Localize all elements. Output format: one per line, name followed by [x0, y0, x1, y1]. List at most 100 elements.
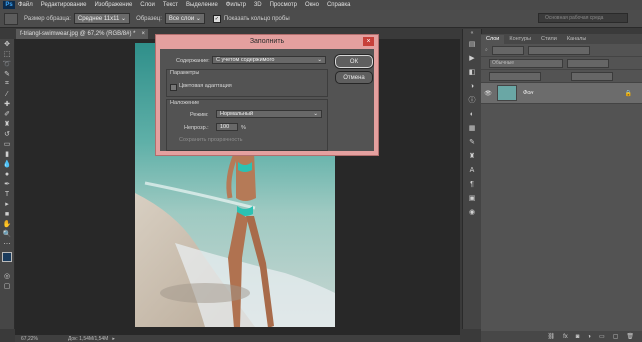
type-tool-icon[interactable]: T	[0, 189, 14, 199]
chevron-down-icon: ⌄	[313, 111, 318, 117]
crop-tool-icon[interactable]: ⌗	[0, 79, 14, 89]
color-swatches[interactable]	[0, 249, 15, 271]
tools-panel: ✥ ⬚ ➰ ✎ ⌗ ⁄ ✚ ✐ ♜ ↺ ▭ ▮ 💧 ● ✒ T ▸ ■ ✋ 🔍 …	[0, 39, 15, 329]
tab-paths[interactable]: Контуры	[504, 35, 536, 44]
layers-panel: Слои Контуры Стили Каналы ⌕ Обычные 👁 Фо…	[481, 34, 642, 342]
menu-image[interactable]: Изображение	[94, 2, 132, 8]
gradient-tool-icon[interactable]: ▮	[0, 149, 14, 159]
sample-size-select[interactable]: Среднее 11x11 ⌄	[73, 13, 131, 24]
menu-help[interactable]: Справка	[327, 2, 351, 8]
adjustments-panel-icon[interactable]: ◑	[463, 79, 481, 93]
opacity-field[interactable]	[567, 58, 609, 68]
layer-name[interactable]: Фон	[523, 90, 533, 96]
brush-tool-icon[interactable]: ✐	[0, 109, 14, 119]
cancel-button[interactable]: Отмена	[335, 71, 373, 84]
quick-select-tool-icon[interactable]: ✎	[0, 69, 14, 79]
shape-tool-icon[interactable]: ■	[0, 209, 14, 219]
path-select-icon[interactable]: ▸	[0, 199, 14, 209]
sample-size-value: Среднее 11x11	[77, 15, 120, 22]
healing-brush-icon[interactable]: ✚	[0, 99, 14, 109]
paragraph-panel-icon[interactable]: ¶	[463, 177, 481, 191]
folder-icon[interactable]: ▭	[599, 333, 605, 340]
photoshop-logo: Ps	[3, 1, 15, 9]
tab-layers[interactable]: Слои	[481, 35, 505, 44]
search-icon: ⌕	[485, 47, 488, 53]
menu-layers[interactable]: Слои	[140, 2, 155, 8]
link-icon[interactable]: ⛓	[547, 333, 555, 340]
blur-tool-icon[interactable]: 💧	[0, 159, 14, 169]
actions-panel-icon[interactable]: ▶	[463, 51, 481, 65]
fx-icon[interactable]: fx	[563, 334, 568, 340]
color-panel-icon[interactable]: ◐	[463, 107, 481, 121]
lock-options[interactable]	[489, 71, 541, 81]
pen-tool-icon[interactable]: ✒	[0, 179, 14, 189]
trash-icon[interactable]: 🗑	[626, 333, 634, 340]
zoom-level[interactable]: 67,22%	[21, 336, 38, 342]
hand-tool-icon[interactable]: ✋	[0, 219, 14, 229]
properties-panel-icon[interactable]: ◧	[463, 65, 481, 79]
menu-select[interactable]: Выделение	[186, 2, 218, 8]
swatches-panel-icon[interactable]: ▦	[463, 121, 481, 135]
brush-panel-icon[interactable]: ✎	[463, 135, 481, 149]
quick-mask-icon[interactable]: ◎	[0, 271, 14, 281]
dodge-tool-icon[interactable]: ●	[0, 169, 14, 179]
close-icon[interactable]: ×	[363, 37, 374, 46]
blend-mode-select[interactable]: Обычные	[489, 58, 563, 68]
fill-field[interactable]	[571, 71, 613, 81]
adjustment-icon[interactable]: ◑	[587, 334, 591, 340]
ok-button[interactable]: ОК	[335, 55, 373, 68]
mask-icon[interactable]: ◙	[576, 334, 580, 340]
layer-kind-select[interactable]	[491, 45, 524, 55]
close-tab-icon[interactable]: ×	[141, 31, 145, 37]
foreground-color-swatch[interactable]	[2, 252, 12, 262]
eraser-tool-icon[interactable]: ▭	[0, 139, 14, 149]
history-panel-icon[interactable]: ▤	[463, 37, 481, 51]
content-select[interactable]: С учетом содержимого ⌄	[212, 56, 326, 64]
collapse-arrows-icon[interactable]: «	[463, 29, 481, 37]
marquee-tool-icon[interactable]: ⬚	[0, 49, 14, 59]
menu-edit[interactable]: Редактирование	[41, 2, 87, 8]
character-panel-icon[interactable]: A	[463, 163, 481, 177]
tab-channels[interactable]: Каналы	[562, 35, 592, 44]
lock-icon: 🔒	[624, 90, 632, 97]
document-tab[interactable]: f-triangl-swimwear.jpg @ 67,2% (RGB/8#) …	[16, 29, 148, 39]
params-label: Параметры	[170, 70, 200, 76]
color-adapt-checkbox[interactable]	[170, 84, 177, 91]
more-tools-icon[interactable]: ⋯	[0, 239, 14, 249]
status-arrow-icon[interactable]: ▸	[112, 336, 115, 342]
visibility-eye-icon[interactable]: 👁	[481, 90, 495, 97]
layer-filter-icons[interactable]	[527, 45, 590, 55]
opacity-input[interactable]: 100	[216, 123, 238, 131]
new-layer-icon[interactable]: ▢	[613, 333, 619, 340]
history-brush-icon[interactable]: ↺	[0, 129, 14, 139]
mode-select[interactable]: Нормальный ⌄	[216, 110, 322, 118]
menu-view[interactable]: Просмотр	[270, 2, 297, 8]
eyedropper-tool-icon[interactable]: ⁄	[0, 89, 14, 99]
menu-window[interactable]: Окно	[305, 2, 319, 8]
tab-styles[interactable]: Стили	[536, 35, 562, 44]
info-panel-icon[interactable]: ⓘ	[463, 93, 481, 107]
zoom-tool-icon[interactable]: 🔍	[0, 229, 14, 239]
sample-select[interactable]: Все слои ⌄	[164, 13, 205, 24]
lasso-tool-icon[interactable]: ➰	[0, 59, 14, 69]
opacity-label: Непрозр.:	[184, 125, 209, 131]
libraries-panel-icon[interactable]: ◉	[463, 205, 481, 219]
screen-mode-icon[interactable]: ▢	[0, 281, 14, 291]
menu-bar: Ps Файл Редактирование Изображение Слои …	[0, 0, 642, 10]
menu-3d[interactable]: 3D	[254, 2, 262, 8]
menu-file[interactable]: Файл	[18, 2, 33, 8]
move-tool-icon[interactable]: ✥	[0, 39, 14, 49]
stamp-tool-icon[interactable]: ♜	[0, 119, 14, 129]
menu-filter[interactable]: Фильтр	[226, 2, 246, 8]
doc-info: Док: 1,54M/1,54M	[67, 335, 109, 342]
show-ring-checkbox[interactable]: ✓	[212, 14, 221, 23]
layer-row[interactable]: 👁 Фон 🔒	[481, 83, 642, 104]
menu-type[interactable]: Текст	[163, 2, 178, 8]
glyphs-panel-icon[interactable]: ▣	[463, 191, 481, 205]
clone-source-icon[interactable]: ♜	[463, 149, 481, 163]
workspace-select[interactable]: Основная рабочая среда	[538, 13, 628, 23]
chevron-down-icon: ⌄	[195, 16, 201, 22]
collapsed-panels: « ▤ ▶ ◧ ◑ ⓘ ◐ ▦ ✎ ♜ A ¶ ▣ ◉	[462, 29, 482, 329]
eyedropper-preset-icon[interactable]	[4, 12, 18, 25]
content-value: С учетом содержимого	[216, 57, 275, 63]
